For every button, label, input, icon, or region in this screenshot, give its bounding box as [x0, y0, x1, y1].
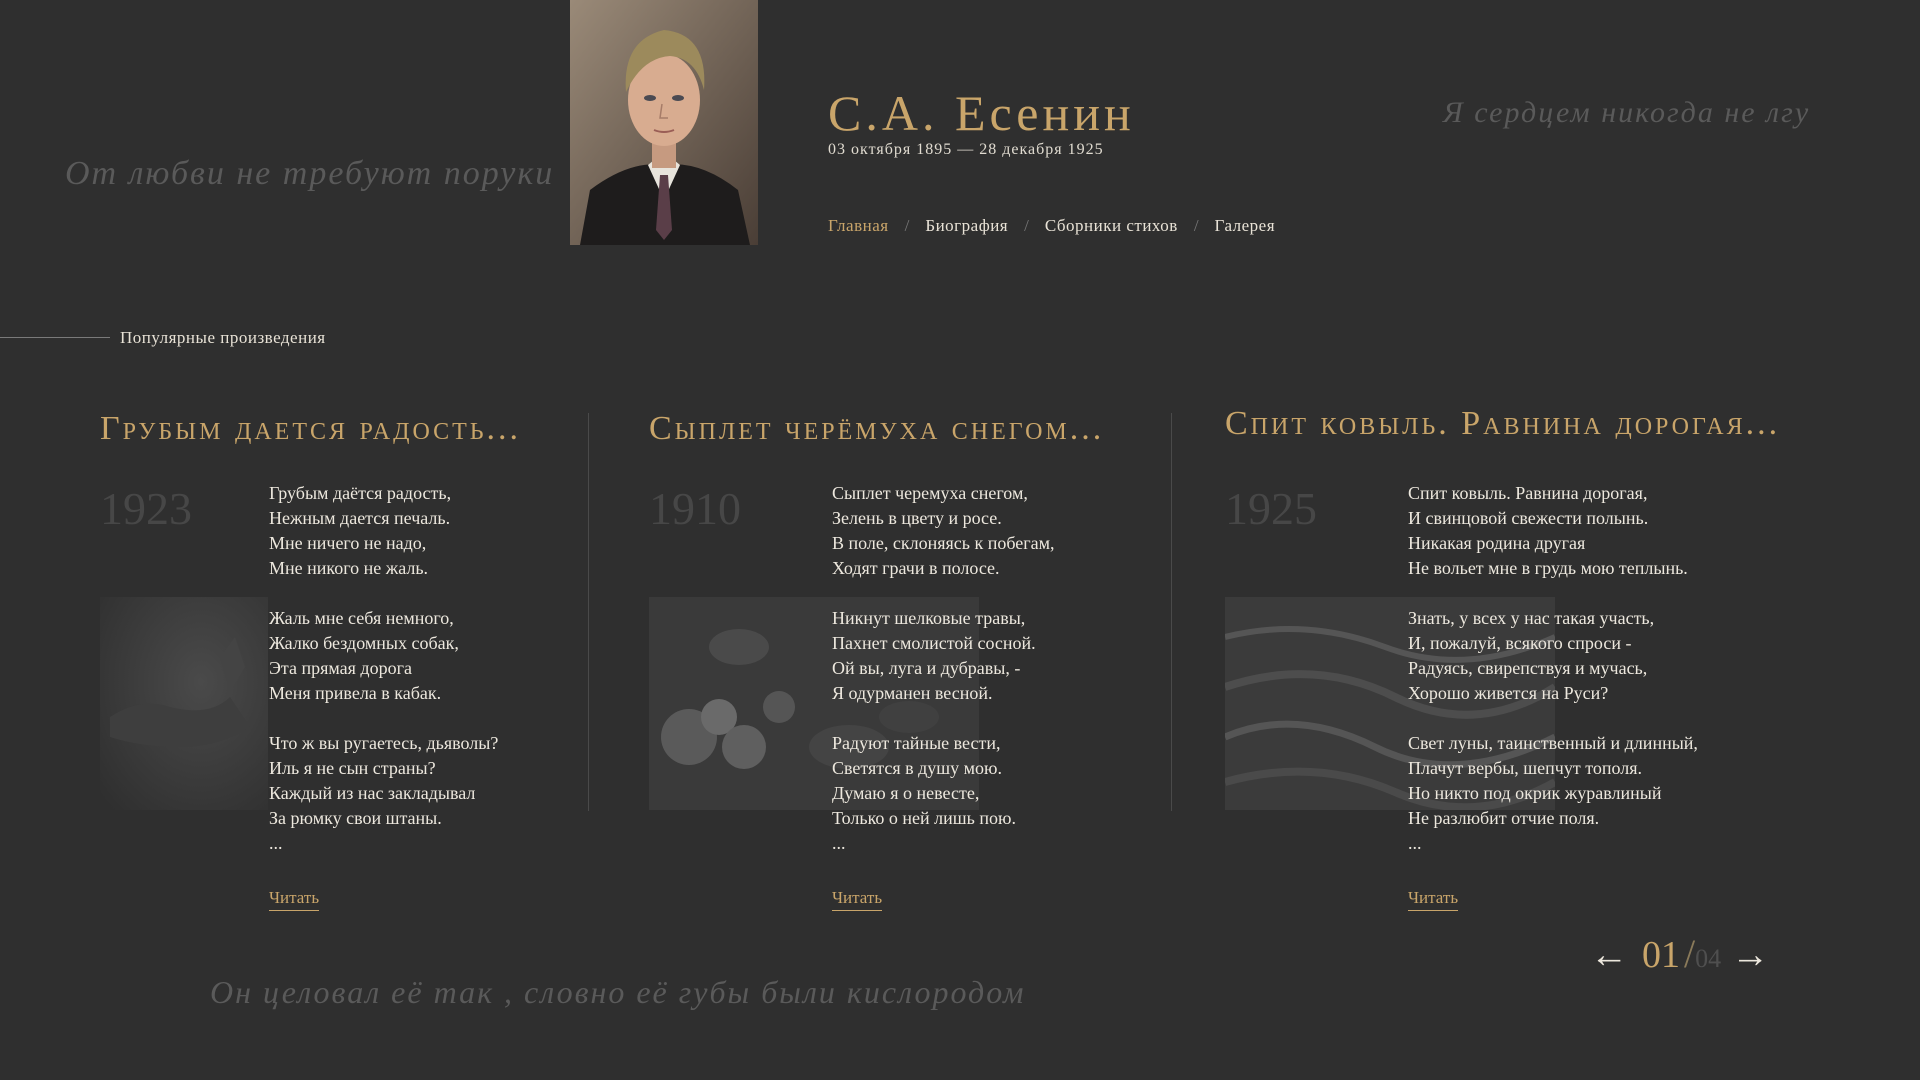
poem-year: 1910 [649, 483, 741, 534]
current-page: 01 [1642, 934, 1680, 976]
nav-separator: / [904, 216, 910, 235]
poem-year: 1923 [100, 483, 192, 534]
nav-link-home[interactable]: Главная [828, 216, 889, 236]
read-button[interactable]: Читать [269, 888, 320, 911]
arrow-left-icon[interactable]: ← [1590, 933, 1628, 977]
portrait-photo [570, 0, 758, 245]
arrow-right-icon[interactable]: → [1731, 933, 1769, 977]
poem-title[interactable]: Сыплет черёмуха снегом... [649, 410, 1104, 448]
poem-excerpt: Спит ковыль. Равнина дорогая, И свинцовой… [1408, 483, 1698, 853]
section-heading: Популярные произведения [120, 328, 326, 347]
section-divider-line [0, 337, 110, 338]
decorative-quote-left: От любви не требуют поруки [65, 155, 555, 192]
site-title: С.А. Есенин [828, 85, 1135, 141]
poem-excerpt: Грубым даётся радость, Нежным дается печа… [269, 483, 499, 853]
life-dates: 03 октября 1895 — 28 декабря 1925 [828, 141, 1104, 158]
poem-title[interactable]: Грубым дается радость... [100, 410, 521, 448]
nav-separator: / [1024, 216, 1029, 235]
poem-image [100, 597, 268, 810]
poem-excerpt: Сыплет черемуха снегом, Зелень в цвету и … [832, 483, 1055, 853]
read-button[interactable]: Читать [1408, 888, 1459, 911]
poem-title[interactable]: Спит ковыль. Равнина дорогая... [1225, 405, 1780, 443]
total-pages: 04 [1695, 944, 1722, 973]
nav-link-biography[interactable]: Биография [925, 216, 1008, 236]
decorative-quote-bottom: Он целовал её так , словно её губы были … [210, 974, 1026, 1010]
nav-link-collections[interactable]: Сборники стихов [1045, 216, 1178, 236]
decorative-quote-right: Я сердцем никогда не лгу [1443, 96, 1811, 129]
nav-link-gallery[interactable]: Галерея [1215, 216, 1276, 236]
card-divider [1171, 413, 1172, 811]
poem-year: 1925 [1225, 483, 1317, 534]
page-separator: / [1684, 931, 1696, 976]
nav-separator: / [1193, 216, 1199, 235]
main-nav: Главная / Биография / Сборники стихов / … [828, 216, 1275, 236]
pagination: ← 01 / 04 → [1590, 930, 1769, 977]
card-divider [588, 413, 589, 811]
read-button[interactable]: Читать [832, 888, 883, 911]
